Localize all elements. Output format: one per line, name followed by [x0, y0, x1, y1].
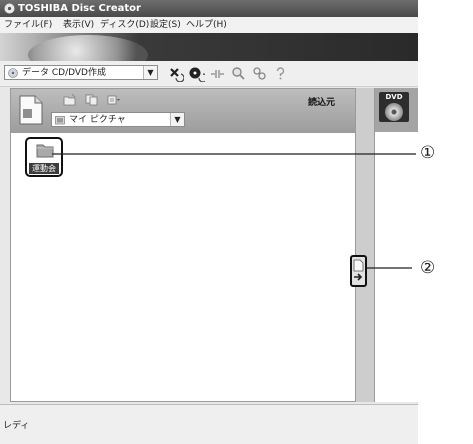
app-icon: [4, 3, 15, 14]
app-window: TOSHIBA Disc Creator ファイル(F) 表示(V) ディスク(…: [0, 0, 418, 444]
write-pane: DVD: [374, 88, 418, 402]
help-button[interactable]: [272, 65, 289, 82]
burn-button[interactable]: [209, 65, 226, 82]
burn-icon: [211, 70, 224, 78]
pictures-folder-icon: [55, 116, 65, 125]
location-select-value: マイ ピクチャ: [69, 115, 126, 125]
location-select[interactable]: マイ ピクチャ ▼: [51, 112, 185, 127]
menu-disc[interactable]: ディスク(D): [100, 17, 149, 33]
title-bar: TOSHIBA Disc Creator: [0, 0, 418, 17]
mode-select-value: データ CD/DVD作成: [22, 68, 106, 78]
delete-icon: [170, 68, 184, 82]
callout-2: ②: [420, 258, 436, 278]
new-folder-icon[interactable]: [63, 94, 77, 106]
move-right-icon: [353, 259, 364, 281]
document-icon: [19, 95, 43, 125]
tools-icon: [253, 67, 266, 80]
source-label: 読込元: [307, 98, 335, 108]
folder-icon: [36, 144, 54, 158]
header-banner: [0, 33, 418, 75]
search-button[interactable]: [230, 65, 247, 82]
menu-help[interactable]: ヘルプ(H): [186, 17, 227, 33]
delete-button[interactable]: [167, 65, 184, 82]
status-bar: レディ: [0, 404, 418, 444]
write-pane-header: DVD: [375, 88, 418, 132]
dvd-disc-graphic: [385, 103, 403, 121]
menu-view[interactable]: 表示(V): [63, 17, 94, 33]
data-disc-icon: [8, 68, 18, 78]
pane-divider: [356, 88, 374, 402]
dvd-icon: DVD: [379, 92, 409, 122]
disc-info-icon: [189, 67, 205, 82]
view-mode-icon[interactable]: [107, 94, 121, 106]
copy-icon[interactable]: [85, 94, 99, 106]
chevron-down-icon[interactable]: ▼: [143, 66, 157, 79]
menu-file[interactable]: ファイル(F): [4, 17, 52, 33]
search-icon: [232, 67, 245, 80]
mode-select[interactable]: データ CD/DVD作成 ▼: [4, 65, 158, 80]
window-title: TOSHIBA Disc Creator: [18, 3, 141, 14]
disc-info-button[interactable]: [188, 65, 205, 82]
source-pane-header: 読込元 マイ ピクチャ ▼: [11, 89, 355, 133]
dvd-label: DVD: [385, 93, 403, 101]
callout-1: ①: [420, 143, 436, 163]
folder-item[interactable]: 運動会: [25, 137, 63, 177]
source-pane: 読込元 マイ ピクチャ ▼ 運動会: [10, 88, 356, 402]
menu-bar: ファイル(F) 表示(V) ディスク(D) 設定(S) ヘルプ(H): [0, 17, 418, 33]
add-to-disc-button[interactable]: [350, 255, 367, 287]
folder-label: 運動会: [29, 163, 59, 174]
help-icon: [276, 67, 285, 80]
chevron-down-icon[interactable]: ▼: [170, 113, 184, 126]
status-text: レディ: [3, 421, 30, 431]
menu-settings[interactable]: 設定(S): [150, 17, 181, 33]
tools-button[interactable]: [251, 65, 268, 82]
toolbar: データ CD/DVD作成 ▼: [0, 61, 418, 87]
